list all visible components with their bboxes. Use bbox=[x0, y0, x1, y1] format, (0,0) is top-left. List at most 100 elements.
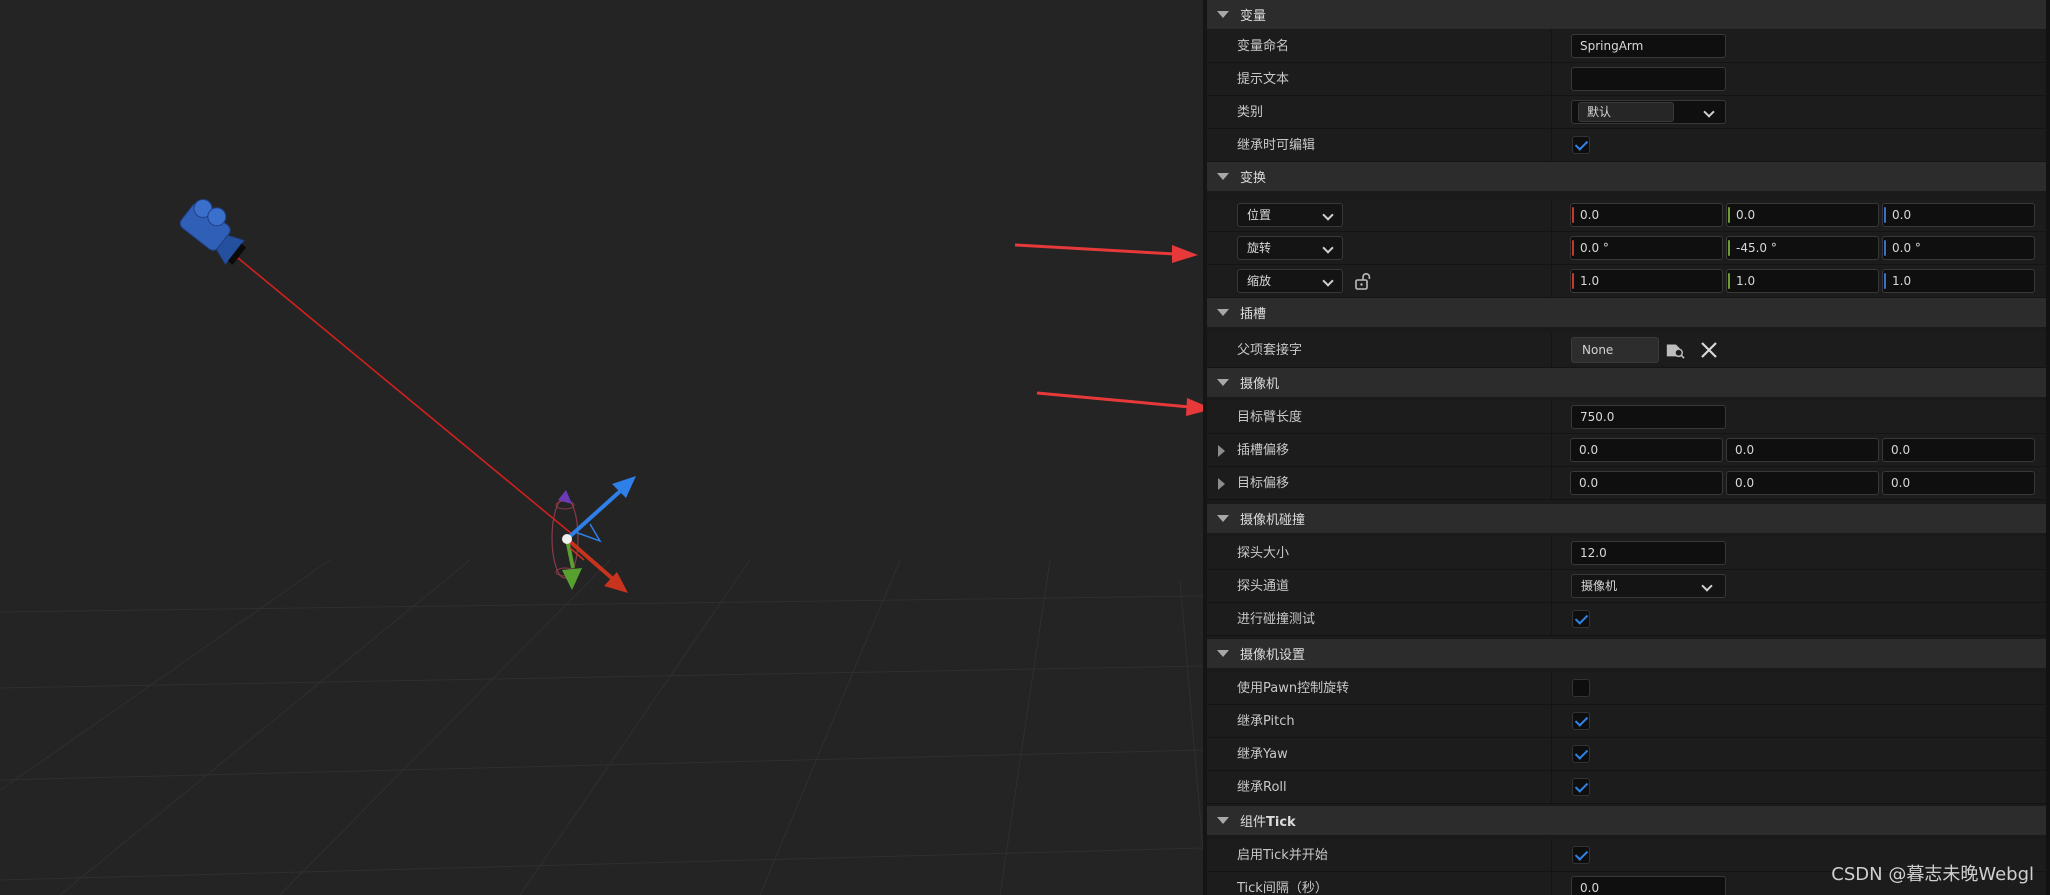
expand-caret-icon bbox=[1217, 173, 1229, 180]
expand-caret-icon bbox=[1217, 11, 1229, 18]
socket-offset-x-input[interactable]: 0.0 bbox=[1570, 438, 1723, 462]
location-y-input[interactable]: 0.0 bbox=[1726, 203, 1879, 227]
target-offset-y-input[interactable]: 0.0 bbox=[1726, 471, 1879, 495]
chevron-down-icon bbox=[1701, 580, 1713, 592]
scale-z-input[interactable]: 1.0 bbox=[1882, 269, 2035, 293]
check-icon bbox=[1574, 137, 1589, 151]
section-title: 变换 bbox=[1240, 171, 1267, 186]
scale-x-input[interactable]: 1.0 bbox=[1570, 269, 1723, 293]
expand-right-caret-icon[interactable] bbox=[1218, 478, 1225, 490]
field-label: 进行碰撞测试 bbox=[1237, 612, 1316, 627]
inherit-roll-checkbox[interactable] bbox=[1572, 778, 1590, 796]
section-component-tick[interactable]: 组件Tick bbox=[1207, 806, 2046, 836]
category-combo[interactable]: 默认 bbox=[1571, 100, 1726, 124]
viewport-scene bbox=[0, 194, 1203, 895]
row-category: 类别 默认 bbox=[1207, 96, 2046, 129]
field-label: 探头通道 bbox=[1237, 579, 1290, 594]
camera-icon[interactable] bbox=[177, 194, 256, 268]
rotation-y-input[interactable]: -45.0 ° bbox=[1726, 236, 1879, 260]
socket-offset-z-input[interactable]: 0.0 bbox=[1882, 438, 2035, 462]
row-location: 位置 0.0 0.0 0.0 bbox=[1207, 199, 2046, 232]
row-scale: 缩放 1.0 1.0 1.0 bbox=[1207, 265, 2046, 298]
expand-right-caret-icon[interactable] bbox=[1218, 445, 1225, 457]
target-offset-x-input[interactable]: 0.0 bbox=[1570, 471, 1723, 495]
target-offset-z-input[interactable]: 0.0 bbox=[1882, 471, 2035, 495]
location-x-input[interactable]: 0.0 bbox=[1570, 203, 1723, 227]
row-target-offset[interactable]: 目标偏移 0.0 0.0 0.0 bbox=[1207, 467, 2046, 500]
row-use-pawn-rotation: 使用Pawn控制旋转 bbox=[1207, 672, 2046, 705]
field-label: 继承Roll bbox=[1237, 780, 1287, 795]
level-viewport[interactable] bbox=[0, 0, 1203, 895]
row-rotation: 旋转 0.0 ° -45.0 ° 0.0 ° bbox=[1207, 232, 2046, 265]
chevron-down-icon bbox=[1322, 209, 1334, 221]
section-title: 变量 bbox=[1240, 9, 1267, 24]
rotation-x-input[interactable]: 0.0 ° bbox=[1570, 236, 1723, 260]
tooltip-input[interactable] bbox=[1571, 67, 1726, 91]
field-label: 插槽偏移 bbox=[1237, 443, 1290, 458]
scale-mode-dropdown[interactable]: 缩放 bbox=[1237, 269, 1343, 293]
section-title: 插槽 bbox=[1240, 307, 1267, 322]
row-parent-socket: 父项套接字 None bbox=[1207, 333, 2046, 368]
expand-caret-icon bbox=[1217, 650, 1229, 657]
inherit-yaw-checkbox[interactable] bbox=[1572, 745, 1590, 763]
rotation-z-input[interactable]: 0.0 ° bbox=[1882, 236, 2035, 260]
chevron-down-icon bbox=[1322, 275, 1334, 287]
field-label: 父项套接字 bbox=[1237, 343, 1303, 358]
location-z-input[interactable]: 0.0 bbox=[1882, 203, 2035, 227]
probe-channel-dropdown[interactable]: 摄像机 bbox=[1571, 574, 1726, 598]
row-variable-name: 变量命名 SpringArm bbox=[1207, 30, 2046, 63]
row-socket-offset[interactable]: 插槽偏移 0.0 0.0 0.0 bbox=[1207, 434, 2046, 467]
row-target-arm-length: 目标臂长度 750.0 bbox=[1207, 401, 2046, 434]
section-title: 组件Tick bbox=[1240, 815, 1296, 830]
dropdown-value: 摄像机 bbox=[1581, 579, 1618, 593]
details-scrollbar[interactable] bbox=[2046, 0, 2050, 895]
rotation-mode-dropdown[interactable]: 旋转 bbox=[1237, 236, 1343, 260]
use-pawn-rotation-checkbox[interactable] bbox=[1572, 679, 1590, 697]
socket-offset-y-input[interactable]: 0.0 bbox=[1726, 438, 1879, 462]
section-camera-collision[interactable]: 摄像机碰撞 bbox=[1207, 504, 2046, 534]
expand-caret-icon bbox=[1217, 379, 1229, 386]
browse-socket-icon[interactable] bbox=[1665, 340, 1685, 360]
probe-size-input[interactable]: 12.0 bbox=[1571, 541, 1726, 565]
chevron-down-icon[interactable] bbox=[1703, 106, 1715, 118]
check-icon bbox=[1574, 713, 1589, 727]
editable-checkbox[interactable] bbox=[1572, 136, 1590, 154]
field-label: 探头大小 bbox=[1237, 546, 1290, 561]
field-label: 继承时可编辑 bbox=[1237, 138, 1316, 153]
section-camera-settings[interactable]: 摄像机设置 bbox=[1207, 639, 2046, 669]
field-label: 类别 bbox=[1237, 105, 1264, 120]
collision-test-checkbox[interactable] bbox=[1572, 610, 1590, 628]
row-inherit-roll: 继承Roll bbox=[1207, 771, 2046, 804]
dropdown-value: 位置 bbox=[1247, 208, 1272, 222]
field-label: 提示文本 bbox=[1237, 72, 1290, 87]
section-camera[interactable]: 摄像机 bbox=[1207, 368, 2046, 398]
variable-name-input[interactable]: SpringArm bbox=[1571, 34, 1726, 58]
floor-grid bbox=[0, 559, 1203, 895]
field-label: 继承Yaw bbox=[1237, 747, 1288, 762]
field-label: 使用Pawn控制旋转 bbox=[1237, 681, 1350, 696]
section-transform[interactable]: 变换 bbox=[1207, 162, 2046, 192]
location-mode-dropdown[interactable]: 位置 bbox=[1237, 203, 1343, 227]
field-label: 启用Tick并开始 bbox=[1237, 848, 1328, 863]
scale-y-input[interactable]: 1.0 bbox=[1726, 269, 1879, 293]
arm-length-input[interactable]: 750.0 bbox=[1571, 405, 1726, 429]
check-icon bbox=[1574, 611, 1589, 625]
row-inherit-yaw: 继承Yaw bbox=[1207, 738, 2046, 771]
unlock-icon[interactable] bbox=[1353, 271, 1373, 291]
inherit-pitch-checkbox[interactable] bbox=[1572, 712, 1590, 730]
check-icon bbox=[1574, 779, 1589, 793]
dropdown-value: 缩放 bbox=[1247, 274, 1272, 288]
section-title: 摄像机碰撞 bbox=[1240, 513, 1306, 528]
section-title: 摄像机 bbox=[1240, 377, 1280, 392]
tick-interval-input[interactable]: 0.0 bbox=[1571, 876, 1726, 895]
section-sockets[interactable]: 插槽 bbox=[1207, 298, 2046, 328]
transform-gizmo[interactable] bbox=[562, 476, 636, 593]
parent-socket-field[interactable]: None bbox=[1571, 337, 1659, 363]
annotation-arrow-rotation bbox=[1014, 243, 1198, 263]
clear-socket-icon[interactable] bbox=[1699, 340, 1719, 360]
expand-caret-icon bbox=[1217, 309, 1229, 316]
category-value[interactable]: 默认 bbox=[1578, 102, 1674, 122]
expand-caret-icon bbox=[1217, 515, 1229, 522]
start-tick-checkbox[interactable] bbox=[1572, 846, 1590, 864]
section-variable[interactable]: 变量 bbox=[1207, 0, 2046, 30]
